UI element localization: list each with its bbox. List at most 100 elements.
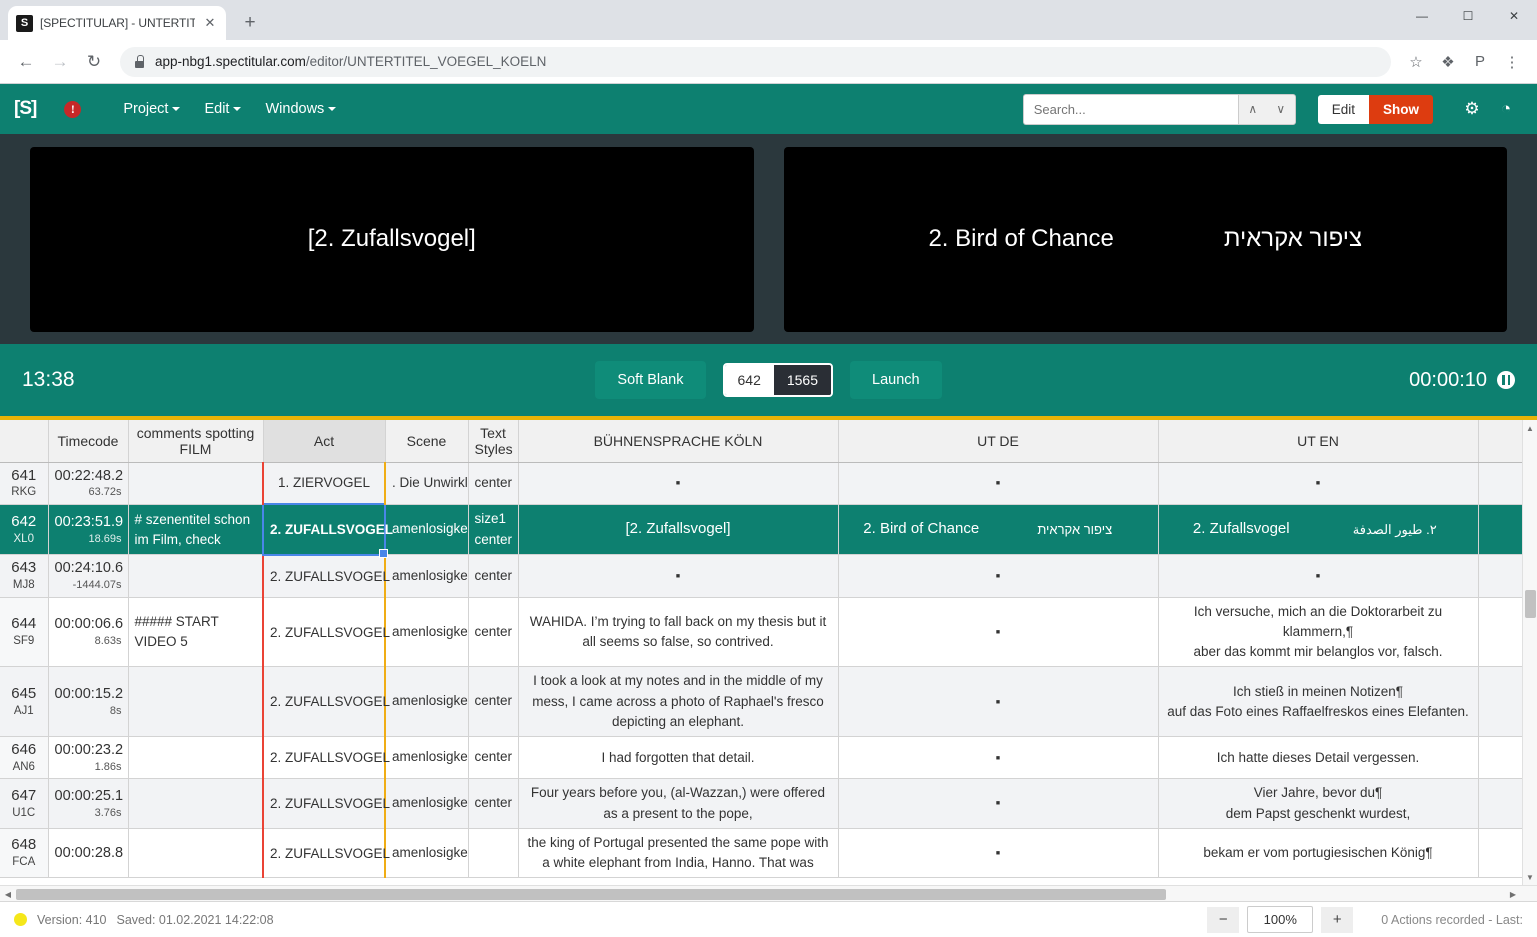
- cell-act[interactable]: 2. ZUFALLSVOGEL: [262, 736, 390, 780]
- cell-buehnensprache[interactable]: I took a look at my notes and in the mid…: [518, 666, 839, 738]
- search-next-icon[interactable]: ∨: [1276, 102, 1285, 116]
- search-input[interactable]: [1022, 93, 1238, 125]
- zoom-out-button[interactable]: −: [1207, 906, 1240, 933]
- cell-end[interactable]: [1478, 828, 1523, 879]
- cell-ut-en[interactable]: Ich versuche, mich an die Doktorarbeit z…: [1158, 597, 1479, 668]
- cell-ut-de[interactable]: ▪: [838, 554, 1159, 598]
- account-icon[interactable]: ◔: [1489, 92, 1523, 126]
- cell-row-number[interactable]: 646 AN6: [0, 736, 49, 780]
- cell-comment[interactable]: [128, 462, 264, 505]
- cell-row-number[interactable]: 642 XL0: [0, 504, 49, 556]
- cell-scene[interactable]: amenlosigkeit er Freuden un eiden: [384, 597, 469, 668]
- zoom-level-value[interactable]: 100%: [1247, 906, 1314, 933]
- cell-row-number[interactable]: 643 MJ8: [0, 554, 49, 598]
- scroll-right-icon[interactable]: ▶: [1505, 886, 1521, 901]
- forward-icon[interactable]: →: [44, 46, 76, 78]
- maximize-icon[interactable]: ☐: [1445, 0, 1491, 32]
- cell-row-number[interactable]: 641 RKG: [0, 462, 49, 505]
- cell-end[interactable]: [1478, 462, 1523, 505]
- minimize-icon[interactable]: —: [1399, 0, 1445, 32]
- search-nav-buttons[interactable]: ∧ ∨: [1237, 93, 1296, 125]
- cell-comment[interactable]: [128, 828, 264, 879]
- cue-counter[interactable]: 642 1565: [722, 363, 834, 397]
- cell-ut-de[interactable]: ▪: [838, 462, 1159, 505]
- table-row[interactable]: 647 U1C 00:00:25.1 3.76s 2. ZUFALLSVOGEL amen…: [0, 778, 1523, 829]
- table-row[interactable]: 641 RKG 00:22:48.2 63.72s 1. ZIERVOGEL. Die …: [0, 462, 1523, 505]
- cell-act[interactable]: 2. ZUFALLSVOGEL: [262, 503, 393, 559]
- cell-scene[interactable]: amenlosigkeit er Freuden un eiden: [384, 666, 469, 738]
- cell-text-styles[interactable]: center: [468, 462, 519, 505]
- cell-end[interactable]: [1478, 554, 1523, 598]
- col-header-id[interactable]: [0, 420, 49, 463]
- scroll-left-icon[interactable]: ◀: [0, 886, 16, 901]
- cell-buehnensprache[interactable]: WAHIDA. I’m trying to fall back on my th…: [518, 597, 839, 668]
- cell-timecode[interactable]: 00:24:10.6 -1444.07s: [48, 554, 129, 598]
- horizontal-scroll-thumb[interactable]: [16, 889, 1166, 900]
- launch-button[interactable]: Launch: [850, 361, 942, 399]
- cell-buehnensprache[interactable]: Four years before you, (al-Wazzan,) were…: [518, 778, 839, 829]
- cell-ut-en[interactable]: ▪: [1158, 554, 1479, 598]
- bookmark-star-icon[interactable]: ☆: [1401, 47, 1431, 77]
- cell-end[interactable]: [1478, 597, 1523, 668]
- cell-end[interactable]: [1478, 778, 1523, 829]
- col-header-scene[interactable]: Scene: [385, 420, 469, 463]
- cell-row-number[interactable]: 644 SF9: [0, 597, 49, 668]
- cell-scene[interactable]: amenlosigkeit er Freuden un: [384, 736, 469, 780]
- vertical-scroll-thumb[interactable]: [1525, 590, 1536, 618]
- cell-comment[interactable]: [128, 554, 264, 598]
- show-mode-button[interactable]: Show: [1369, 94, 1433, 124]
- cell-row-number[interactable]: 647 U1C: [0, 778, 49, 829]
- cell-text-styles[interactable]: [468, 828, 519, 879]
- cell-text-styles[interactable]: size1 center: [468, 504, 519, 556]
- new-tab-button[interactable]: +: [236, 9, 264, 37]
- vertical-scrollbar[interactable]: ▲ ▼: [1522, 420, 1537, 885]
- cell-comment[interactable]: [128, 666, 264, 738]
- gear-icon[interactable]: ⚙: [1455, 92, 1489, 126]
- edit-mode-button[interactable]: Edit: [1317, 94, 1369, 124]
- cell-ut-en[interactable]: 2. Zufallsvogel ٢. طيور الصدفة: [1158, 504, 1479, 556]
- preview-right[interactable]: 2. Bird of Chance ציפור אקראית: [783, 146, 1507, 332]
- menu-project[interactable]: Project: [111, 95, 192, 123]
- cell-scene[interactable]: . Die Unwirklichkeit einer: [384, 462, 469, 505]
- cell-text-styles[interactable]: center: [468, 554, 519, 598]
- col-header-buehnensprache[interactable]: BÜHNENSPRACHE KÖLN: [518, 420, 839, 463]
- cell-row-number[interactable]: 645 AJ1: [0, 666, 49, 738]
- cell-act[interactable]: 1. ZIERVOGEL: [262, 462, 386, 505]
- cell-end[interactable]: [1478, 666, 1523, 738]
- col-header-timecode[interactable]: Timecode: [48, 420, 129, 463]
- cell-buehnensprache[interactable]: the king of Portugal presented the same …: [518, 828, 839, 879]
- search-prev-icon[interactable]: ∧: [1248, 102, 1257, 116]
- col-header-ut-en[interactable]: UT EN: [1158, 420, 1479, 463]
- alert-icon[interactable]: !: [64, 100, 82, 118]
- back-icon[interactable]: ←: [10, 46, 42, 78]
- col-header-act[interactable]: Act: [263, 420, 386, 463]
- cell-text-styles[interactable]: center: [468, 666, 519, 738]
- cell-act[interactable]: 2. ZUFALLSVOGEL: [262, 778, 390, 829]
- cell-end[interactable]: [1478, 504, 1523, 556]
- col-header-end[interactable]: [1478, 420, 1523, 463]
- cell-timecode[interactable]: 00:00:28.8: [48, 828, 129, 879]
- cell-ut-en[interactable]: bekam er vom portugiesischen König¶: [1158, 828, 1479, 879]
- pause-icon[interactable]: [1497, 371, 1515, 389]
- cell-end[interactable]: [1478, 736, 1523, 780]
- cell-timecode[interactable]: 00:00:25.1 3.76s: [48, 778, 129, 829]
- table-row[interactable]: 645 AJ1 00:00:15.2 8s 2. ZUFALLSVOGEL amenlos…: [0, 666, 1523, 738]
- window-close-icon[interactable]: ✕: [1491, 0, 1537, 32]
- cell-buehnensprache[interactable]: ▪: [518, 554, 839, 598]
- cell-text-styles[interactable]: center: [468, 778, 519, 829]
- cell-timecode[interactable]: 00:00:15.2 8s: [48, 666, 129, 738]
- cell-text-styles[interactable]: center: [468, 597, 519, 668]
- cell-ut-en[interactable]: Vier Jahre, bevor du¶ dem Papst geschenkt…: [1158, 778, 1479, 829]
- col-header-ut-de[interactable]: UT DE: [838, 420, 1159, 463]
- cell-comment[interactable]: # szenentitel schon im Film, check: [128, 504, 264, 556]
- table-row[interactable]: 644 SF9 00:00:06.6 8.63s ##### START VIDEO 5…: [0, 597, 1523, 668]
- table-row[interactable]: 646 AN6 00:00:23.2 1.86s 2. ZUFALLSVOGEL amen…: [0, 736, 1523, 780]
- cell-text-styles[interactable]: center: [468, 736, 519, 780]
- table-row[interactable]: 642 XL0 00:23:51.9 18.69s # szenentitel scho…: [0, 503, 1523, 559]
- browser-menu-icon[interactable]: ⋮: [1497, 47, 1527, 77]
- extensions-icon[interactable]: ❖: [1433, 47, 1463, 77]
- table-row[interactable]: 643 MJ8 00:24:10.6 -1444.07s 2. ZUFALLSVOGEL…: [0, 554, 1523, 598]
- cell-ut-de[interactable]: ▪: [838, 666, 1159, 738]
- cell-act[interactable]: 2. ZUFALLSVOGEL: [262, 666, 390, 738]
- cell-timecode[interactable]: 00:23:51.9 18.69s: [48, 504, 129, 556]
